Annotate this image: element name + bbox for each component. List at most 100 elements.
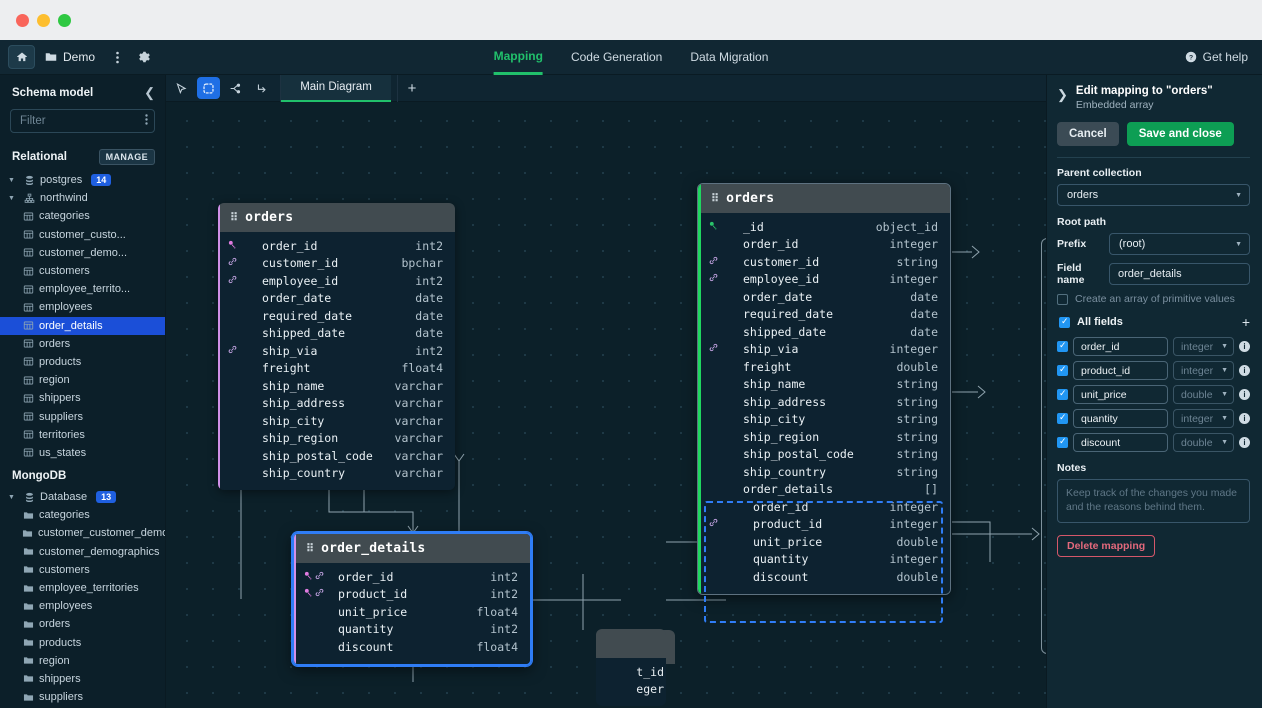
- relation-icon[interactable]: [224, 77, 247, 99]
- table-row[interactable]: quantityinteger: [701, 551, 950, 569]
- field-name-input[interactable]: order_details: [1109, 263, 1250, 285]
- table-row[interactable]: ship_regionstring: [701, 428, 950, 446]
- window-close-button[interactable]: [16, 14, 29, 27]
- primitive-array-checkbox[interactable]: [1057, 294, 1068, 305]
- table-row[interactable]: product_idint2: [296, 586, 530, 604]
- table-row[interactable]: employee_idinteger: [701, 271, 950, 289]
- table-row[interactable]: _idobject_id: [701, 218, 950, 236]
- table-row[interactable]: order_details[]: [701, 481, 950, 499]
- table-row[interactable]: customer_idbpchar: [220, 255, 455, 273]
- sidebar-item-customer_demographics[interactable]: customer_demographics: [0, 543, 165, 561]
- table-row[interactable]: required_datedate: [701, 306, 950, 324]
- sidebar-item-customer_demo-[interactable]: customer_demo...: [0, 244, 165, 262]
- parent-collection-select[interactable]: orders ▼: [1057, 184, 1250, 206]
- chevron-left-icon[interactable]: ❮: [144, 85, 155, 101]
- table-row[interactable]: ship_regionvarchar: [220, 430, 455, 448]
- sidebar-item-employee_territo-[interactable]: employee_territo...: [0, 280, 165, 298]
- field-type-select[interactable]: integer▼: [1173, 361, 1234, 380]
- field-name-input[interactable]: product_id: [1073, 361, 1168, 380]
- table-row[interactable]: ship_namevarchar: [220, 377, 455, 395]
- manage-button[interactable]: MANAGE: [99, 149, 155, 165]
- all-fields-row[interactable]: All fields +: [1059, 314, 1250, 330]
- drag-handle-icon[interactable]: ⠿: [306, 542, 313, 555]
- prefix-select[interactable]: (root) ▼: [1109, 233, 1250, 255]
- gear-icon[interactable]: [131, 45, 155, 69]
- field-name-input[interactable]: quantity: [1073, 409, 1168, 428]
- tab-data-migration[interactable]: Data Migration: [690, 40, 768, 75]
- table-header[interactable]: ⠿ orders: [218, 203, 455, 232]
- sidebar-item-customer_custo-[interactable]: customer_custo...: [0, 226, 165, 244]
- sidebar-item-region[interactable]: region: [0, 371, 165, 389]
- sidebar-item-suppliers[interactable]: suppliers: [0, 688, 165, 706]
- info-icon[interactable]: i: [1239, 437, 1250, 448]
- sidebar-item-orders[interactable]: orders: [0, 335, 165, 353]
- table-row[interactable]: freightdouble: [701, 358, 950, 376]
- sidebar-item-shippers[interactable]: shippers: [0, 670, 165, 688]
- table-row[interactable]: shipped_datedate: [701, 323, 950, 341]
- sidebar-item-employees[interactable]: employees: [0, 597, 165, 615]
- table-row[interactable]: ship_postal_codestring: [701, 446, 950, 464]
- table-row[interactable]: t_id: [596, 663, 666, 681]
- er-table-orders-mongodb[interactable]: ⠿ orders _idobject_idorder_idintegercust…: [697, 183, 951, 595]
- all-fields-checkbox[interactable]: [1059, 317, 1070, 328]
- drag-handle-icon[interactable]: ⠿: [711, 192, 718, 205]
- sidebar-item-orders[interactable]: orders: [0, 615, 165, 633]
- plus-icon[interactable]: +: [1242, 314, 1250, 330]
- table-row[interactable]: order_datedate: [701, 288, 950, 306]
- kebab-menu-icon[interactable]: [105, 45, 129, 69]
- field-enabled-checkbox[interactable]: [1057, 413, 1068, 424]
- schema-tree[interactable]: RelationalMANAGE▼postgres14▼northwindcat…: [0, 141, 165, 708]
- window-zoom-button[interactable]: [58, 14, 71, 27]
- sidebar-item-products[interactable]: products: [0, 634, 165, 652]
- table-row[interactable]: order_idinteger: [701, 498, 950, 516]
- get-help-button[interactable]: ? Get help: [1185, 50, 1248, 64]
- table-row[interactable]: ship_viaint2: [220, 342, 455, 360]
- sidebar-item-customer_customer_demo[interactable]: customer_customer_demo: [0, 524, 165, 542]
- table-header[interactable]: ⠿ order_details: [294, 534, 530, 563]
- table-row[interactable]: order_idint2: [296, 568, 530, 586]
- notes-textarea[interactable]: Keep track of the changes you made and t…: [1057, 479, 1250, 523]
- sidebar-item-order_details[interactable]: order_details: [0, 317, 165, 335]
- field-enabled-checkbox[interactable]: [1057, 365, 1068, 376]
- table-row[interactable]: ship_citystring: [701, 411, 950, 429]
- info-icon[interactable]: i: [1239, 341, 1250, 352]
- table-row[interactable]: ship_addressstring: [701, 393, 950, 411]
- home-icon[interactable]: [8, 45, 35, 69]
- field-type-select[interactable]: integer▼: [1173, 409, 1234, 428]
- sidebar-item-us_states[interactable]: us_states: [0, 444, 165, 462]
- field-type-select[interactable]: double▼: [1173, 433, 1234, 452]
- sidebar-item-products[interactable]: products: [0, 353, 165, 371]
- table-row[interactable]: unit_pricedouble: [701, 533, 950, 551]
- sidebar-item-suppliers[interactable]: suppliers: [0, 407, 165, 425]
- table-row[interactable]: ship_countrystring: [701, 463, 950, 481]
- table-row[interactable]: discountfloat4: [296, 638, 530, 656]
- drag-handle-icon[interactable]: ⠿: [230, 211, 237, 224]
- sidebar-item-categories[interactable]: categories: [0, 207, 165, 225]
- cursor-arrow-icon[interactable]: [170, 77, 193, 99]
- table-row[interactable]: ship_addressvarchar: [220, 395, 455, 413]
- table-row[interactable]: order_idint2: [220, 237, 455, 255]
- field-name-input[interactable]: order_id: [1073, 337, 1168, 356]
- er-table-partial[interactable]: t_ideger: [596, 629, 666, 706]
- table-row[interactable]: order_datedate: [220, 290, 455, 308]
- table-row[interactable]: unit_pricefloat4: [296, 603, 530, 621]
- table-row[interactable]: required_datedate: [220, 307, 455, 325]
- table-row[interactable]: ship_cityvarchar: [220, 412, 455, 430]
- field-name-input[interactable]: discount: [1073, 433, 1168, 452]
- cancel-button[interactable]: Cancel: [1057, 122, 1119, 146]
- tab-mapping[interactable]: Mapping: [494, 40, 543, 75]
- field-name-input[interactable]: unit_price: [1073, 385, 1168, 404]
- table-row[interactable]: quantityint2: [296, 621, 530, 639]
- search-input[interactable]: Filter: [10, 109, 155, 133]
- chevron-down-icon[interactable]: ▼: [8, 177, 18, 184]
- elbow-connector-icon[interactable]: [251, 77, 274, 99]
- info-icon[interactable]: i: [1239, 389, 1250, 400]
- sidebar-item-employees[interactable]: employees: [0, 298, 165, 316]
- sidebar-item-employee_territories[interactable]: employee_territories: [0, 579, 165, 597]
- info-icon[interactable]: i: [1239, 365, 1250, 376]
- table-row[interactable]: product_idinteger: [701, 516, 950, 534]
- table-row[interactable]: eger: [596, 681, 666, 699]
- kebab-menu-icon[interactable]: [145, 114, 148, 128]
- sidebar-item-customers[interactable]: customers: [0, 561, 165, 579]
- table-row[interactable]: ship_postal_codevarchar: [220, 447, 455, 465]
